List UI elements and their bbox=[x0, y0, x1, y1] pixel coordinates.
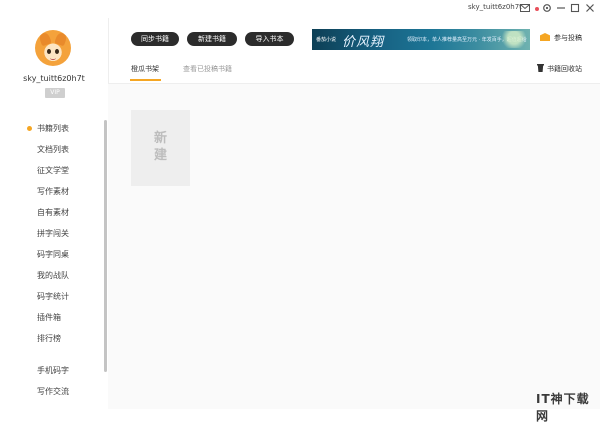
recycle-label: 书籍回收站 bbox=[547, 65, 582, 73]
sidebar-nav: 书籍列表 文档列表 征文学堂 写作素材 自有素材 拼字闯关 码字同桌 我的战队 … bbox=[0, 118, 104, 402]
sidebar-item-book-list[interactable]: 书籍列表 bbox=[0, 118, 104, 139]
sidebar-item-label: 征文学堂 bbox=[37, 166, 69, 175]
sync-books-button[interactable]: 同步书籍 bbox=[131, 32, 179, 46]
recycle-bin-button[interactable]: 书籍回收站 bbox=[537, 64, 582, 74]
sidebar-item-label: 插件箱 bbox=[37, 313, 61, 322]
promo-banner[interactable]: 番茄小说 价风翔 领取印本，单人推荐量高至万元 · 年发百手，超值超给 bbox=[312, 29, 530, 50]
sidebar-item-mobile-writing[interactable]: 手机码字 bbox=[0, 360, 104, 381]
sidebar-item-word-challenge[interactable]: 拼字闯关 bbox=[0, 223, 104, 244]
tab-bookshelf[interactable]: 橙瓜书架 bbox=[131, 64, 159, 74]
sidebar-item-label: 手机码字 bbox=[37, 366, 69, 375]
sidebar-item-doc-list[interactable]: 文档列表 bbox=[0, 139, 104, 160]
sidebar-scrollbar[interactable] bbox=[104, 120, 107, 372]
minimize-icon[interactable] bbox=[555, 2, 567, 14]
active-dot-icon bbox=[27, 126, 32, 131]
sidebar-item-label: 写作素材 bbox=[37, 187, 69, 196]
new-book-button[interactable]: 新建书籍 bbox=[187, 32, 237, 46]
sidebar-item-plugins[interactable]: 插件箱 bbox=[0, 307, 104, 328]
sidebar-item-label: 文档列表 bbox=[37, 145, 69, 154]
participate-label: 参与投稿 bbox=[554, 34, 582, 42]
close-icon[interactable] bbox=[584, 2, 596, 14]
banner-decoration bbox=[496, 31, 526, 48]
new-card-char-2: 建 bbox=[153, 148, 167, 163]
site-watermark: IT神下载网 bbox=[536, 392, 590, 423]
new-book-card[interactable]: 新 建 bbox=[131, 110, 190, 186]
participate-submission-button[interactable]: 参与投稿 bbox=[540, 33, 582, 43]
sidebar: sky_tuitt6z0h7t VIP 书籍列表 文档列表 征文学堂 写作素材 … bbox=[0, 18, 109, 409]
sidebar-item-label: 排行榜 bbox=[37, 334, 61, 343]
notification-dot bbox=[535, 7, 539, 11]
sidebar-item-label: 写作交流 bbox=[37, 387, 69, 396]
settings-icon[interactable] bbox=[541, 2, 553, 14]
sidebar-item-label: 码字同桌 bbox=[37, 250, 69, 259]
sidebar-item-ranking[interactable]: 排行榜 bbox=[0, 328, 104, 349]
maximize-icon[interactable] bbox=[569, 2, 581, 14]
active-tab-indicator bbox=[130, 79, 161, 81]
banner-logo: 番茄小说 bbox=[316, 37, 337, 43]
mail-icon[interactable] bbox=[519, 2, 531, 14]
sidebar-item-label: 码字统计 bbox=[37, 292, 69, 301]
sidebar-item-label: 我的战队 bbox=[37, 271, 69, 280]
avatar[interactable] bbox=[35, 30, 71, 66]
sidebar-item-label: 书籍列表 bbox=[37, 124, 69, 133]
tab-submitted-books[interactable]: 查看已投稿书籍 bbox=[183, 64, 232, 74]
sidebar-item-my-team[interactable]: 我的战队 bbox=[0, 265, 104, 286]
sidebar-item-own-materials[interactable]: 自有素材 bbox=[0, 202, 104, 223]
sidebar-item-writing-exchange[interactable]: 写作交流 bbox=[0, 381, 104, 402]
sidebar-item-writing-desk[interactable]: 码字同桌 bbox=[0, 244, 104, 265]
sidebar-item-label: 自有素材 bbox=[37, 208, 69, 217]
sidebar-username: sky_tuitt6z0h7t bbox=[23, 74, 85, 83]
sidebar-item-writing-materials[interactable]: 写作素材 bbox=[0, 181, 104, 202]
envelope-icon bbox=[540, 33, 550, 41]
banner-title: 价风翔 bbox=[342, 35, 385, 50]
sidebar-item-essay-school[interactable]: 征文学堂 bbox=[0, 160, 104, 181]
new-card-char-1: 新 bbox=[153, 131, 167, 146]
sidebar-item-label: 拼字闯关 bbox=[37, 229, 69, 238]
vip-badge: VIP bbox=[45, 88, 65, 98]
sidebar-item-word-stats[interactable]: 码字统计 bbox=[0, 286, 104, 307]
trash-icon bbox=[537, 64, 544, 72]
title-bar: sky_tuitt6z0h7t bbox=[0, 0, 600, 18]
import-book-button[interactable]: 导入书本 bbox=[245, 32, 294, 46]
titlebar-username: sky_tuitt6z0h7t bbox=[468, 3, 522, 11]
